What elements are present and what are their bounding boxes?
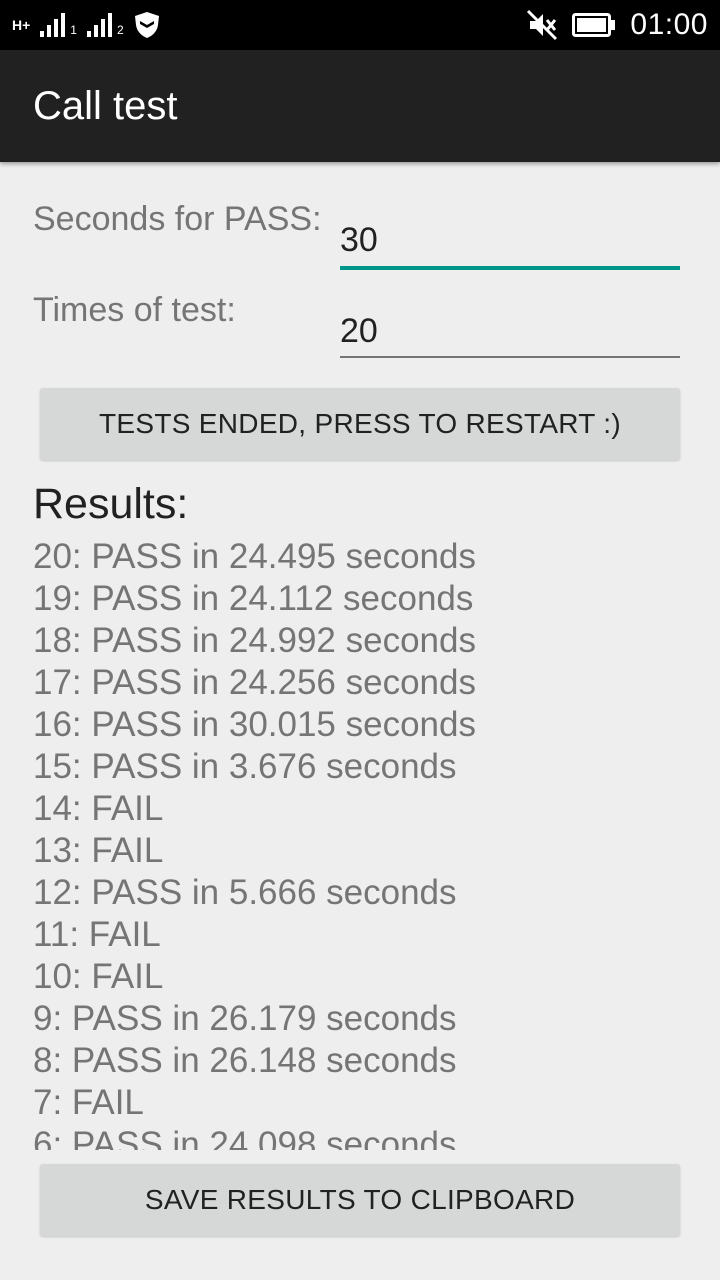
result-item: 13: FAIL	[33, 831, 164, 870]
result-item: 8: PASS in 26.148 seconds	[33, 1041, 457, 1080]
result-item: 10: FAIL	[33, 957, 164, 996]
battery-icon	[572, 13, 616, 37]
results-heading: Results:	[33, 480, 189, 528]
result-item: 7: FAIL	[33, 1083, 144, 1122]
result-item: 9: PASS in 26.179 seconds	[33, 999, 457, 1038]
results-list[interactable]: 20: PASS in 24.495 seconds 19: PASS in 2…	[33, 536, 693, 1150]
times-of-test-input[interactable]	[340, 304, 680, 358]
app-title: Call test	[33, 84, 178, 128]
seconds-for-pass-label: Seconds for PASS:	[33, 200, 322, 238]
status-time: 01:00	[630, 8, 708, 41]
result-item: 14: FAIL	[33, 789, 164, 828]
status-right: 01:00	[526, 8, 708, 42]
times-input-underline	[340, 356, 680, 358]
shield-icon	[134, 12, 159, 38]
result-item: 15: PASS in 3.676 seconds	[33, 747, 457, 786]
status-bar: H+ 1 2 01:00	[0, 0, 720, 50]
sim1-label: 1	[70, 23, 77, 37]
restart-tests-button[interactable]: TESTS ENDED, PRESS TO RESTART :)	[40, 388, 680, 460]
network-type-indicator: H+	[12, 17, 31, 33]
result-item: 18: PASS in 24.992 seconds	[33, 621, 476, 660]
result-item: 6: PASS in 24.098 seconds	[33, 1125, 457, 1150]
result-item: 12: PASS in 5.666 seconds	[33, 873, 457, 912]
app-bar: Call test	[0, 50, 720, 162]
result-item: 16: PASS in 30.015 seconds	[33, 705, 476, 744]
result-item: 19: PASS in 24.112 seconds	[33, 579, 474, 618]
times-of-test-label: Times of test:	[33, 291, 236, 329]
result-item: 11: FAIL	[33, 915, 161, 954]
sim2-signal: 2	[86, 13, 124, 37]
signal-icon	[86, 13, 112, 37]
signal-icon	[40, 13, 66, 37]
seconds-input-underline	[340, 266, 680, 270]
result-item: 17: PASS in 24.256 seconds	[33, 663, 476, 702]
seconds-for-pass-input[interactable]	[340, 213, 680, 267]
status-left: H+ 1 2	[12, 8, 160, 42]
result-item: 20: PASS in 24.495 seconds	[33, 537, 476, 576]
save-results-button[interactable]: SAVE RESULTS TO CLIPBOARD	[40, 1164, 680, 1236]
mute-icon	[527, 9, 558, 41]
sim1-signal: 1	[40, 13, 77, 37]
sim2-label: 2	[116, 23, 124, 37]
